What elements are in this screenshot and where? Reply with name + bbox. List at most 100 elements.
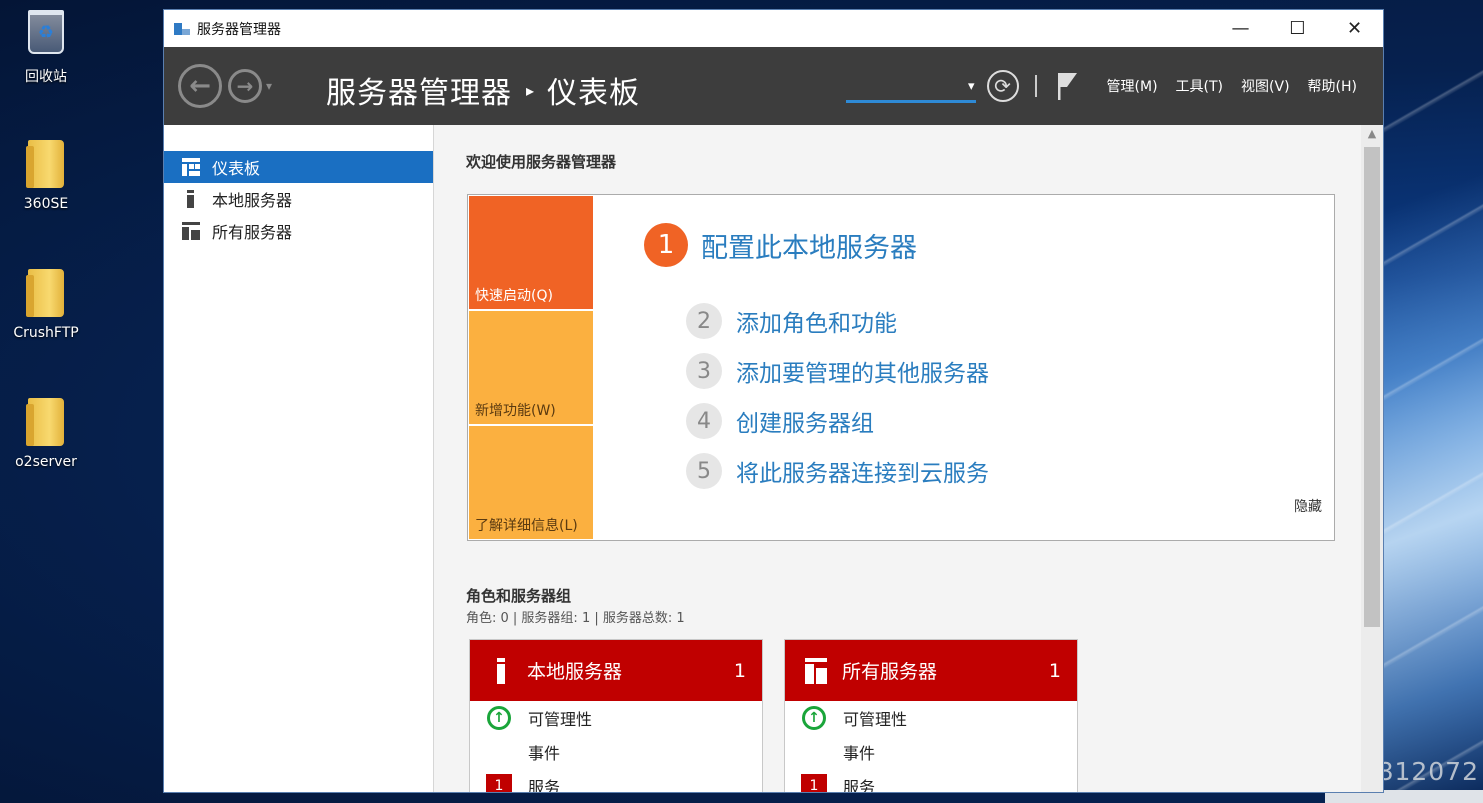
menu-manage[interactable]: 管理(M) [1107,76,1158,96]
breadcrumb: 服务器管理器 ▸ 仪表板 [326,68,640,112]
step-number: 5 [686,453,722,489]
step-add-servers[interactable]: 3 添加要管理的其他服务器 [686,353,989,389]
card-header[interactable]: 所有服务器 1 [785,640,1077,701]
card-title: 所有服务器 [842,661,938,683]
alert-count-badge: 1 [486,774,512,792]
step-link[interactable]: 添加角色和功能 [736,304,897,338]
servers-icon [182,222,200,240]
scroll-up-icon[interactable]: ▲ [1361,127,1383,140]
step-link[interactable]: 添加要管理的其他服务器 [736,354,989,388]
card-row-label: 服务 [843,778,876,793]
card-row-events[interactable]: 事件 [785,735,1077,769]
card-count: 1 [1048,659,1061,682]
servers-icon [805,657,827,684]
toolbar-divider [1034,75,1037,97]
status-up-icon: ↑ [487,706,511,730]
alert-count-badge: 1 [801,774,827,792]
menu-tools[interactable]: 工具(T) [1176,76,1223,96]
sidebar-item-local-server[interactable]: 本地服务器 [164,183,433,215]
menu-help[interactable]: 帮助(H) [1308,76,1357,96]
tile-learn-more[interactable]: 了解详细信息(L) [469,426,593,539]
step-configure-local-server[interactable]: 1 配置此本地服务器 [644,223,917,267]
server-icon [182,190,200,208]
step-connect-cloud[interactable]: 5 将此服务器连接到云服务 [686,453,989,489]
roles-summary: 角色: 0 | 服务器组: 1 | 服务器总数: 1 [466,611,685,626]
view-dropdown-icon[interactable]: ▾ [968,79,975,94]
welcome-heading: 欢迎使用服务器管理器 [466,153,617,171]
breadcrumb-current: 仪表板 [547,76,641,111]
dashboard-content: 欢迎使用服务器管理器 快速启动(Q) 新增功能(W) 了解详细信息(L) 1 配… [434,125,1383,793]
dashboard-icon [182,158,200,176]
server-manager-app-icon [174,21,190,37]
breadcrumb-separator-icon: ▸ [526,80,536,100]
progress-line [846,99,976,103]
refresh-icon[interactable]: ⟳ [986,70,1019,102]
card-row-services[interactable]: 1 服务 [470,769,762,793]
scrollbar-thumb[interactable] [1364,147,1380,627]
card-row-events[interactable]: 事件 [470,735,762,769]
desktop-icon-o2server[interactable]: o2server [0,398,92,470]
step-create-group[interactable]: 4 创建服务器组 [686,403,874,439]
card-row-label: 事件 [843,744,876,763]
card-local-server[interactable]: 本地服务器 1 ↑ 可管理性 事件 1 服务 [469,639,763,793]
quick-start-panel: 快速启动(Q) 新增功能(W) 了解详细信息(L) 1 配置此本地服务器 2 添… [467,194,1335,541]
recycle-bin-icon: ♻ [28,10,64,54]
history-dropdown-icon[interactable]: ▾ [266,79,272,93]
card-row-manageability[interactable]: ↑ 可管理性 [470,701,762,735]
card-all-servers[interactable]: 所有服务器 1 ↑ 可管理性 事件 1 服务 [784,639,1078,793]
close-button[interactable]: ✕ [1326,10,1383,47]
step-add-roles[interactable]: 2 添加角色和功能 [686,303,897,339]
folder-icon [26,269,64,317]
title-bar[interactable]: 服务器管理器 — ☐ ✕ [164,10,1383,47]
breadcrumb-root[interactable]: 服务器管理器 [326,68,512,112]
step-number: 1 [644,223,688,267]
roles-heading: 角色和服务器组 [466,587,572,605]
step-number: 2 [686,303,722,339]
folder-icon [26,140,64,188]
sidebar-item-label: 所有服务器 [212,223,293,242]
desktop-icon-label: 360SE [23,196,69,212]
card-row-manageability[interactable]: ↑ 可管理性 [785,701,1077,735]
card-row-label: 可管理性 [528,710,593,729]
step-link[interactable]: 配置此本地服务器 [701,226,917,265]
window-title: 服务器管理器 [197,21,281,38]
desktop-icon-360se[interactable]: 360SE [0,140,92,212]
step-link[interactable]: 将此服务器连接到云服务 [736,454,989,488]
step-link[interactable]: 创建服务器组 [736,404,874,438]
toolbar: ← → ▾ 服务器管理器 ▸ 仪表板 ▾ ⟳ 管理(M) 工具(T) 视图(V)… [164,47,1383,125]
card-row-services[interactable]: 1 服务 [785,769,1077,793]
sidebar-item-label: 本地服务器 [212,191,293,210]
card-row-label: 服务 [528,778,561,793]
desktop-icon-label: CrushFTP [13,325,79,341]
sidebar-item-label: 仪表板 [212,159,261,178]
card-title: 本地服务器 [527,661,623,683]
card-count: 1 [733,659,746,682]
desktop-icon-label: 回收站 [25,69,67,85]
card-row-label: 事件 [528,744,561,763]
desktop-icon-recycle-bin[interactable]: ♻ 回收站 [0,10,92,86]
step-number: 4 [686,403,722,439]
tile-quick-start[interactable]: 快速启动(Q) [469,196,593,309]
server-icon [490,657,512,684]
step-number: 3 [686,353,722,389]
sidebar-item-dashboard[interactable]: 仪表板 [164,151,433,183]
forward-arrow-icon[interactable]: → [228,69,262,103]
sidebar-item-all-servers[interactable]: 所有服务器 [164,215,433,247]
desktop-icon-label: o2server [15,454,77,470]
notification-flag-icon[interactable] [1055,71,1081,101]
folder-icon [26,398,64,446]
desktop-icon-crushftp[interactable]: CrushFTP [0,269,92,341]
menu-view[interactable]: 视图(V) [1241,76,1290,96]
status-up-icon: ↑ [802,706,826,730]
card-row-label: 可管理性 [843,710,908,729]
minimize-button[interactable]: — [1212,10,1269,47]
maximize-button[interactable]: ☐ [1269,10,1326,47]
server-manager-window: 服务器管理器 — ☐ ✕ ← → ▾ 服务器管理器 ▸ 仪表板 ▾ ⟳ 管理(M… [163,9,1384,793]
back-arrow-icon[interactable]: ← [178,64,222,108]
vertical-scrollbar[interactable]: ▲ [1361,125,1383,792]
hide-link[interactable]: 隐藏 [1294,496,1322,516]
sidebar: 仪表板 本地服务器 所有服务器 [164,125,434,792]
desktop-wallpaper-light [1383,0,1483,803]
card-header[interactable]: 本地服务器 1 [470,640,762,701]
tile-whats-new[interactable]: 新增功能(W) [469,311,593,424]
